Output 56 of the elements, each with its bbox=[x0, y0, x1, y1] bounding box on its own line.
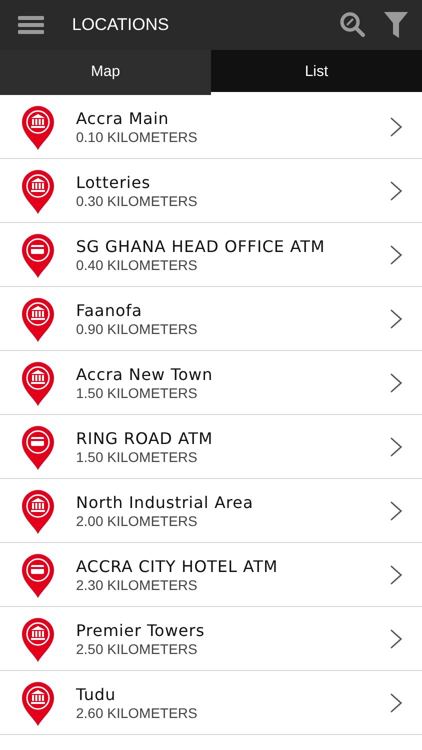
location-name: RING ROAD ATM bbox=[76, 428, 214, 448]
chevron-right-icon bbox=[390, 116, 402, 136]
distance-text: 0.90 KILOMETERS bbox=[76, 320, 198, 336]
distance-text: 1.50 KILOMETERS bbox=[76, 448, 198, 464]
bank-pin-icon bbox=[20, 616, 56, 662]
menu-icon[interactable] bbox=[18, 16, 44, 34]
screen-title: LOCATIONS bbox=[72, 15, 170, 35]
tab[interactable]: Map bbox=[0, 50, 211, 95]
location-row[interactable]: Lotteries 0.30 KILOMETERS bbox=[0, 159, 422, 223]
location-row[interactable]: Faanofa 0.90 KILOMETERS bbox=[0, 287, 422, 351]
location-name: North Industrial Area bbox=[76, 492, 254, 512]
distance-text: 1.50 KILOMETERS bbox=[76, 384, 198, 400]
chevron-right-icon bbox=[390, 436, 402, 456]
location-row[interactable]: Accra Main 0.10 KILOMETERS bbox=[0, 95, 422, 159]
location-name: Tudu bbox=[76, 684, 117, 704]
location-name: Lotteries bbox=[76, 172, 152, 192]
location-row[interactable]: Tudu 2.60 KILOMETERS bbox=[0, 671, 422, 735]
chevron-right-icon bbox=[390, 180, 402, 200]
location-row[interactable]: Premier Towers 2.50 KILOMETERS bbox=[0, 607, 422, 671]
bank-pin-icon bbox=[20, 168, 56, 214]
location-name: Accra New Town bbox=[76, 364, 214, 384]
chevron-right-icon bbox=[390, 500, 402, 520]
bank-pin-icon bbox=[20, 488, 56, 534]
bank-pin-icon bbox=[20, 296, 56, 342]
distance-text: 0.30 KILOMETERS bbox=[76, 192, 198, 208]
distance-text: 2.50 KILOMETERS bbox=[76, 640, 198, 656]
location-name: Accra Main bbox=[76, 108, 170, 128]
location-row[interactable]: ACCRA CITY HOTEL ATM 2.30 KILOMETERS bbox=[0, 543, 422, 607]
chevron-right-icon bbox=[390, 372, 402, 392]
tab[interactable]: List bbox=[211, 50, 422, 95]
card-pin-icon bbox=[20, 552, 56, 598]
location-row[interactable]: RING ROAD ATM 1.50 KILOMETERS bbox=[0, 415, 422, 479]
card-pin-icon bbox=[20, 424, 56, 470]
distance-text: 2.00 KILOMETERS bbox=[76, 512, 198, 528]
bank-pin-icon bbox=[20, 680, 56, 726]
location-row[interactable]: Accra New Town 1.50 KILOMETERS bbox=[0, 351, 422, 415]
location-name: Faanofa bbox=[76, 300, 144, 320]
chevron-right-icon bbox=[390, 628, 402, 648]
location-name: Premier Towers bbox=[76, 620, 206, 640]
distance-text: 2.30 KILOMETERS bbox=[76, 576, 198, 592]
bank-pin-icon bbox=[20, 360, 56, 406]
chevron-right-icon bbox=[390, 244, 402, 264]
location-row[interactable]: North Industrial Area 2.00 KILOMETERS bbox=[0, 479, 422, 543]
bank-pin-icon bbox=[20, 104, 56, 150]
card-pin-icon bbox=[20, 232, 56, 278]
distance-text: 2.60 KILOMETERS bbox=[76, 704, 198, 720]
distance-text: 0.10 KILOMETERS bbox=[76, 128, 198, 144]
search-icon[interactable] bbox=[340, 12, 366, 38]
chevron-right-icon bbox=[390, 692, 402, 712]
location-name: ACCRA CITY HOTEL ATM bbox=[76, 556, 279, 576]
location-name: SG GHANA HEAD OFFICE ATM bbox=[76, 236, 326, 256]
filter-icon[interactable] bbox=[384, 12, 408, 38]
chevron-right-icon bbox=[390, 308, 402, 328]
location-row[interactable]: SG GHANA HEAD OFFICE ATM 0.40 KILOMETERS bbox=[0, 223, 422, 287]
distance-text: 0.40 KILOMETERS bbox=[76, 256, 198, 272]
chevron-right-icon bbox=[390, 564, 402, 584]
